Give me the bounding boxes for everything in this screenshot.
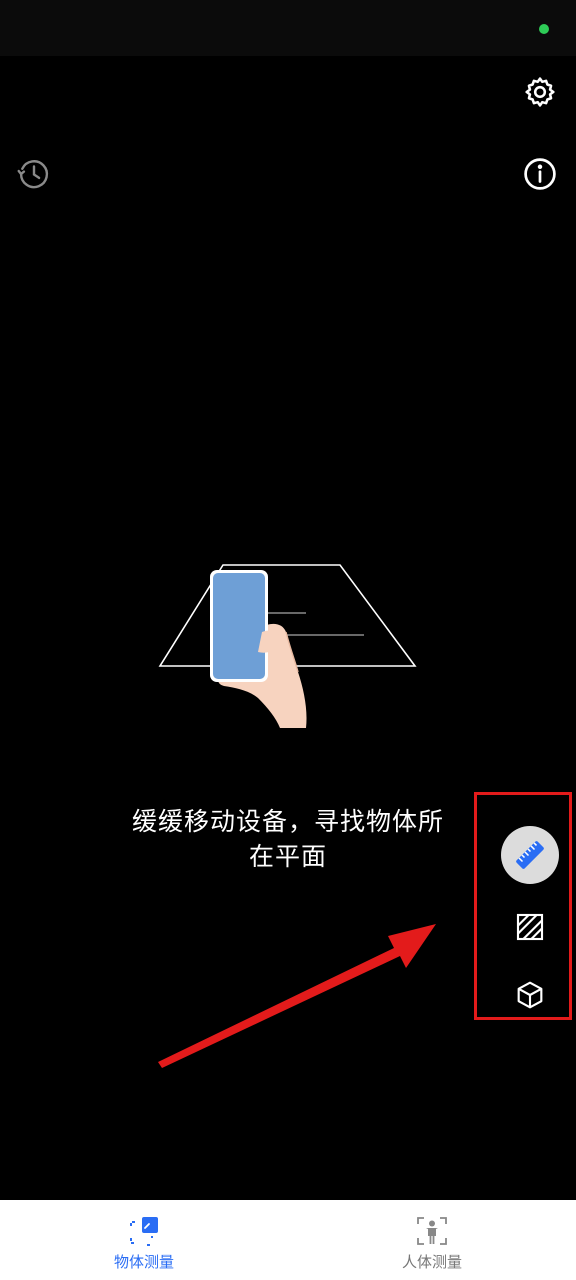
- tab-object-measure[interactable]: 物体测量: [64, 1200, 224, 1280]
- info-button[interactable]: [520, 154, 560, 194]
- history-button[interactable]: [14, 154, 54, 194]
- settings-button[interactable]: [520, 72, 560, 112]
- scan-plane-illustration: [158, 564, 417, 728]
- cube-icon: [517, 981, 543, 1009]
- bottom-nav: 物体测量 人体测量: [0, 1200, 576, 1280]
- ruler-icon: [516, 841, 544, 869]
- area-icon: [516, 913, 544, 941]
- tab-object-measure-label: 物体测量: [113, 1253, 174, 1271]
- volume-mode-button[interactable]: [501, 966, 559, 1024]
- phone-icon: [210, 570, 268, 682]
- tab-body-measure-label: 人体测量: [401, 1253, 462, 1271]
- info-icon: [524, 158, 556, 190]
- annotation-arrow: [158, 924, 436, 1068]
- history-icon: [17, 160, 49, 189]
- guidance-line-1: 缓缓移动设备，寻找物体所: [131, 807, 444, 836]
- gear-icon: [525, 77, 555, 107]
- mode-selector-panel: [474, 792, 572, 1020]
- guidance-text: 缓缓移动设备，寻找物体所 在平面: [100, 804, 476, 874]
- ruler-mode-button[interactable]: [501, 826, 559, 884]
- body-measure-icon: [417, 1217, 447, 1245]
- guidance-line-2: 在平面: [248, 842, 327, 871]
- object-measure-icon: [130, 1217, 158, 1246]
- area-mode-button[interactable]: [501, 898, 559, 956]
- tab-body-measure[interactable]: 人体测量: [352, 1200, 512, 1280]
- status-indicator-dot: [539, 24, 549, 34]
- status-bar: [0, 0, 576, 56]
